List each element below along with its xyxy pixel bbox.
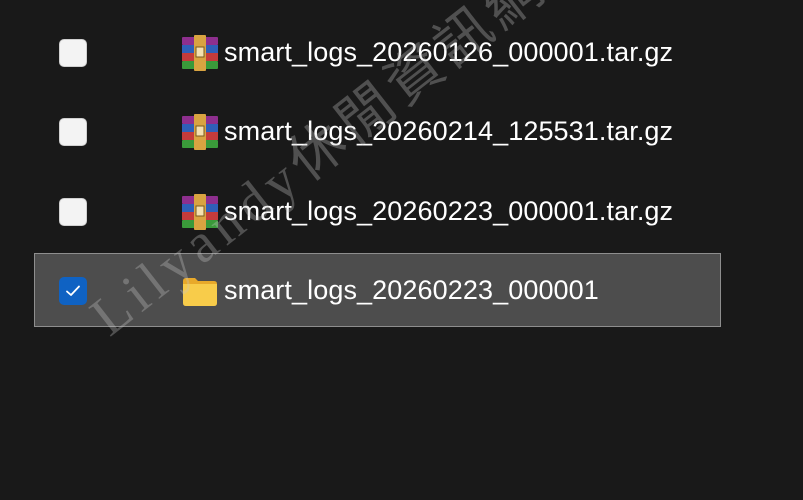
folder-icon bbox=[183, 278, 217, 306]
winrar-archive-icon bbox=[182, 114, 218, 150]
file-name[interactable]: smart_logs_20260214_125531.tar.gz bbox=[224, 114, 673, 148]
file-row[interactable]: smart_logs_20260214_125531.tar.gz bbox=[34, 94, 721, 168]
file-row-selected[interactable]: smart_logs_20260223_000001 bbox=[34, 253, 721, 327]
file-name[interactable]: smart_logs_20260223_000001.tar.gz bbox=[224, 194, 673, 228]
file-list: smart_logs_20260126_000001.tar.gz smart_… bbox=[0, 0, 803, 340]
file-row[interactable]: smart_logs_20260126_000001.tar.gz bbox=[34, 15, 721, 89]
file-row[interactable]: smart_logs_20260223_000001.tar.gz bbox=[34, 174, 721, 248]
checkmark-icon bbox=[66, 285, 80, 296]
file-name[interactable]: smart_logs_20260126_000001.tar.gz bbox=[224, 35, 673, 69]
row-checkbox[interactable] bbox=[59, 39, 87, 67]
row-checkbox[interactable] bbox=[59, 118, 87, 146]
row-checkbox-checked[interactable] bbox=[59, 277, 87, 305]
winrar-archive-icon bbox=[182, 35, 218, 71]
row-checkbox[interactable] bbox=[59, 198, 87, 226]
file-name[interactable]: smart_logs_20260223_000001 bbox=[224, 273, 599, 307]
winrar-archive-icon bbox=[182, 194, 218, 230]
